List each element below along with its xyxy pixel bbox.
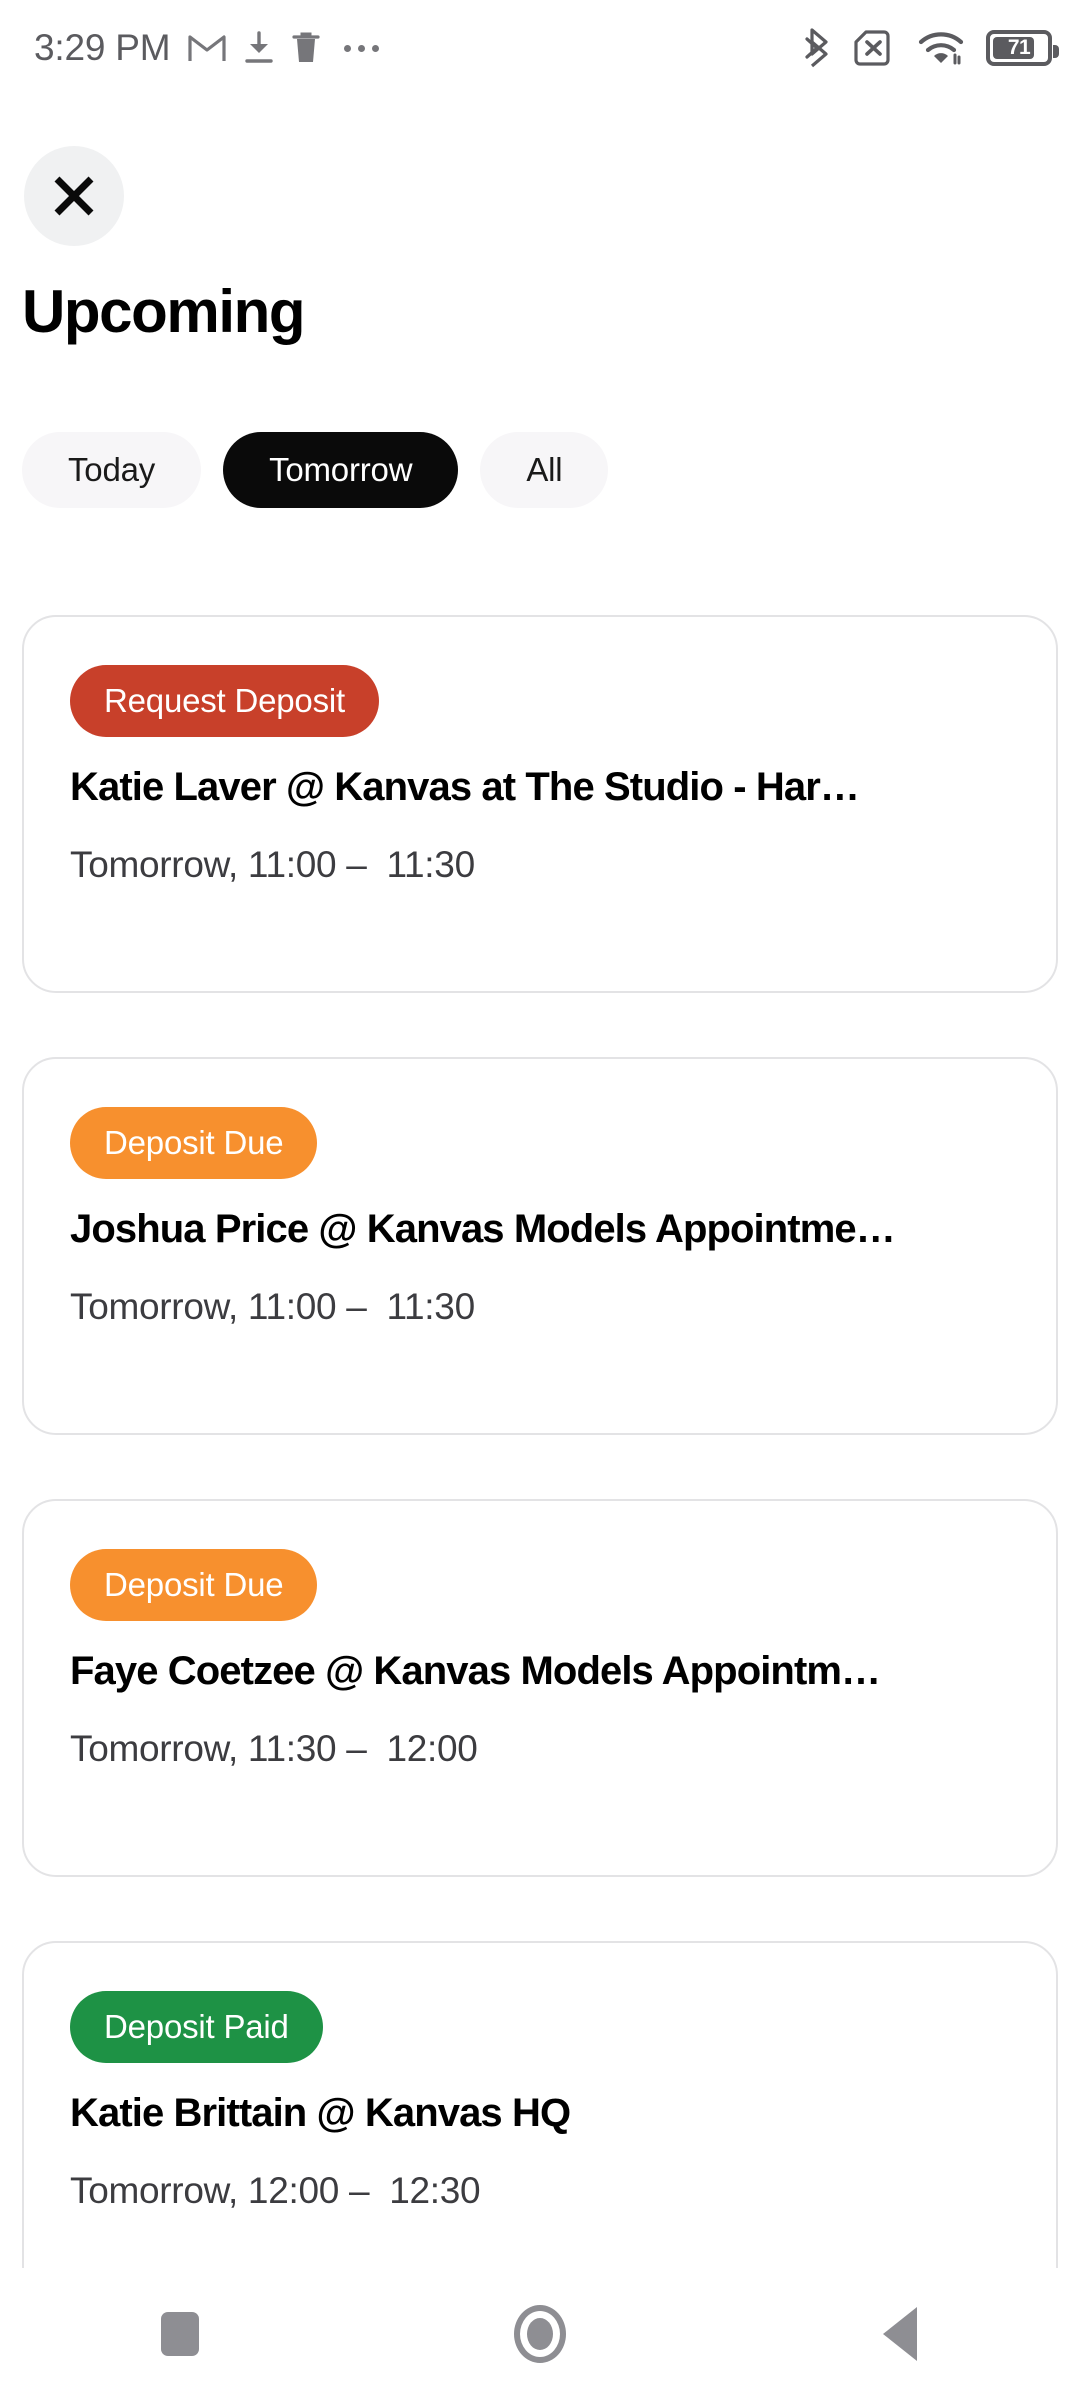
download-icon: [245, 31, 274, 63]
status-badge: Request Deposit: [70, 665, 379, 737]
appointment-card[interactable]: Request Deposit Katie Laver @ Kanvas at …: [22, 615, 1058, 993]
tab-tomorrow[interactable]: Tomorrow: [223, 432, 459, 508]
tab-all-label: All: [526, 451, 563, 488]
appointment-card[interactable]: Deposit Paid Katie Brittain @ Kanvas HQ …: [22, 1941, 1058, 2268]
status-bar: 3:29 PM 71: [0, 0, 1080, 96]
status-badge: Deposit Due: [70, 1549, 318, 1621]
appointment-time: Tomorrow, 11:30 – 12:00: [70, 1728, 478, 1769]
status-bar-left: 3:29 PM: [34, 27, 380, 69]
wifi-icon: [918, 32, 964, 65]
appointment-title: Katie Brittain @ Kanvas HQ: [70, 2091, 571, 2135]
square-recents-icon: [161, 2312, 199, 2356]
close-icon: [54, 176, 94, 216]
status-clock: 3:29 PM: [34, 27, 171, 68]
status-badge: Deposit Paid: [70, 1991, 323, 2063]
status-badge: Deposit Due: [70, 1107, 318, 1179]
trash-icon: [292, 32, 321, 62]
appointment-title: Joshua Price @ Kanvas Models Appointme…: [70, 1207, 896, 1251]
battery-percent: 71: [1007, 36, 1031, 59]
status-bar-right: 71: [804, 27, 1059, 69]
no-sim-icon: [854, 30, 890, 66]
appointment-title: Faye Coetzee @ Kanvas Models Appointm…: [70, 1649, 881, 1693]
overflow-dots-icon: [344, 44, 380, 52]
close-button[interactable]: [24, 146, 124, 246]
appointment-list[interactable]: Request Deposit Katie Laver @ Kanvas at …: [0, 600, 1080, 2268]
appointment-card[interactable]: Deposit Due Faye Coetzee @ Kanvas Models…: [22, 1499, 1058, 1877]
appointment-time: Tomorrow, 12:00 – 12:30: [70, 2170, 481, 2211]
bluetooth-icon: [805, 28, 828, 68]
battery-icon: 71: [986, 30, 1059, 66]
tab-all[interactable]: All: [480, 432, 609, 508]
page-title: Upcoming: [22, 278, 306, 345]
circle-home-icon: [514, 2305, 566, 2363]
back-button[interactable]: [825, 2268, 975, 2400]
tab-today-label: Today: [68, 451, 156, 488]
android-nav-bar: [0, 2268, 1080, 2400]
appointment-time: Tomorrow, 11:00 – 11:30: [70, 1286, 475, 1327]
appointment-title: Katie Laver @ Kanvas at The Studio - Har…: [70, 765, 860, 809]
appointment-time: Tomorrow, 11:00 – 11:30: [70, 844, 475, 885]
home-button[interactable]: [465, 2268, 615, 2400]
recents-button[interactable]: [105, 2268, 255, 2400]
triangle-back-icon: [883, 2307, 917, 2361]
tab-today[interactable]: Today: [22, 432, 202, 508]
appointment-card[interactable]: Deposit Due Joshua Price @ Kanvas Models…: [22, 1057, 1058, 1435]
gmail-icon: [188, 35, 227, 61]
tab-tomorrow-label: Tomorrow: [269, 451, 413, 488]
filter-tabs: Today Tomorrow All: [22, 432, 609, 508]
